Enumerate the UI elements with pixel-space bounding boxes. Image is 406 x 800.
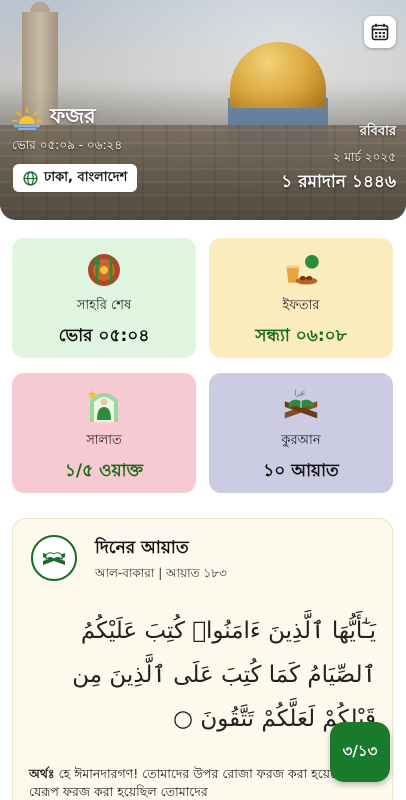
- location-label: ঢাকা, বাংলাদেশ: [44, 169, 128, 185]
- ayah-reference: আল-বাকারা | আয়াত ১৮৩: [95, 566, 227, 580]
- suhoor-label: সাহরি শেষ: [76, 298, 132, 313]
- salat-card[interactable]: সালাত ১/৫ ওয়াক্ত: [12, 373, 196, 493]
- gregorian-date: ২ মার্চ ২০২৫: [332, 150, 396, 164]
- iftar-icon: [286, 255, 319, 285]
- iftar-label: ইফতার: [282, 298, 320, 313]
- suhoor-card[interactable]: সাহরি শেষ ভোর ০৫:০৪: [12, 238, 196, 358]
- calendar-icon: [371, 23, 389, 41]
- calendar-button[interactable]: [364, 16, 396, 48]
- meaning-label: অর্থঃ: [29, 766, 55, 781]
- hijri-date: ১ রমাদান ১৪৪৬: [281, 172, 396, 192]
- sunrise-icon: [12, 106, 42, 130]
- quran-icon: اقرأ: [284, 388, 318, 419]
- prayer-time-range: ভোর ০৫:০৯ - ০৬:২৪: [12, 138, 123, 152]
- ayah-meaning: অর্থঃ হে ঈমানদারগণ! তোমাদের উপর রোজা ফরজ…: [29, 765, 376, 800]
- open-quran-icon: [43, 552, 65, 565]
- ayah-title: দিনের আয়াত: [95, 538, 189, 558]
- suhoor-time: ভোর ০৫:০৪: [58, 326, 150, 346]
- quran-card[interactable]: اقرأ কুরআন ১০ আয়াত: [209, 373, 393, 493]
- ayah-arabic-text: يَـٰٓأَيُّهَا ٱلَّذِينَ ءَامَنُوا۟ كُتِب…: [72, 618, 376, 732]
- globe-icon: [23, 170, 38, 186]
- quran-label: কুরআন: [281, 433, 321, 448]
- current-prayer: ফজর: [12, 100, 96, 135]
- quran-count: ১০ আয়াত: [263, 461, 339, 481]
- prayer-name: ফজর: [50, 104, 96, 128]
- iftar-card[interactable]: ইফতার সন্ধ্যা ০৬:০৮: [209, 238, 393, 358]
- weekday: রবিবার: [359, 124, 396, 139]
- svg-text:اقرأ: اقرأ: [294, 388, 305, 397]
- salat-label: সালাত: [86, 433, 122, 448]
- iftar-time: সন্ধ্যা ০৬:০৮: [255, 326, 347, 346]
- salat-icon: [87, 390, 118, 422]
- suhoor-icon: [88, 254, 120, 286]
- meaning-text: হে ঈমানদারগণ! তোমাদের উপর রোজা ফরজ করা হ…: [29, 766, 347, 799]
- ayah-progress-button[interactable]: ৩/১৩: [330, 722, 390, 782]
- quran-badge: [31, 535, 77, 581]
- salat-count: ১/৫ ওয়াক্ত: [64, 461, 144, 481]
- location-chip[interactable]: ঢাকা, বাংলাদেশ: [13, 164, 138, 192]
